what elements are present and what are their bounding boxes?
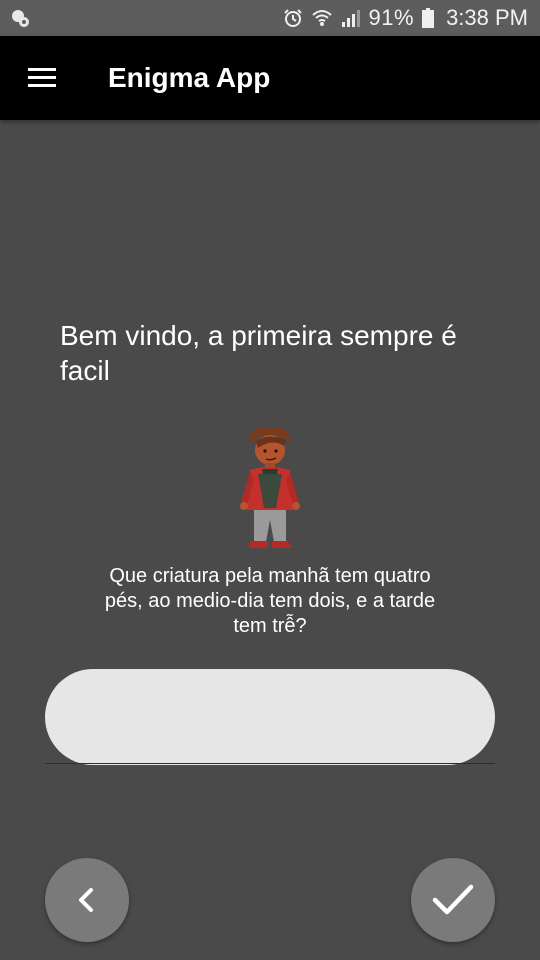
app-bar: Enigma App [0,36,540,120]
wifi-icon [311,8,333,28]
notification-icon [10,8,30,28]
confirm-button[interactable] [411,858,495,942]
chevron-left-icon [79,888,93,912]
back-button[interactable] [45,858,129,942]
alarm-icon [283,8,303,28]
status-indicators: 91% 3:38 PM [283,0,528,36]
answer-input[interactable] [45,669,495,765]
signal-icon [341,8,361,28]
riddle-question: Que criatura pela manhã tem quatro pés, … [104,565,436,637]
clock: 3:38 PM [446,5,528,30]
page-heading: Bem vindo, a primeira sempre é facil [60,320,457,386]
menu-button[interactable] [14,50,70,106]
character-illustration [236,424,304,554]
hamburger-menu-icon [28,68,56,87]
battery-percentage: 91% [368,5,415,30]
input-underline [45,763,495,764]
check-icon [432,884,474,915]
battery-icon [422,8,435,28]
app-title: Enigma App [108,62,271,93]
status-bar: 91% 3:38 PM [0,0,540,36]
